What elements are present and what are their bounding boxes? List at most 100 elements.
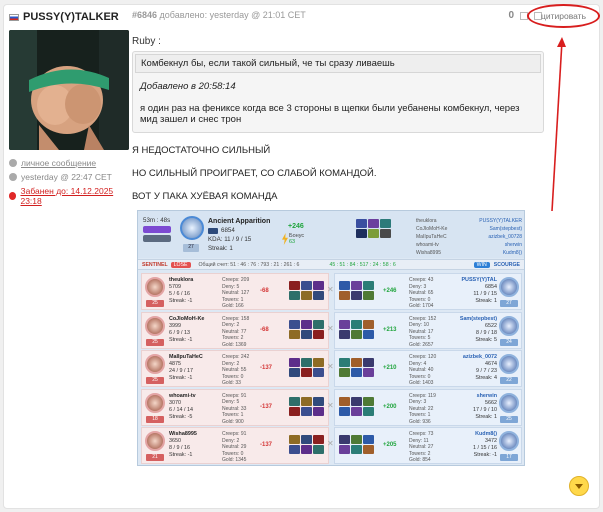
item-icon <box>289 368 300 377</box>
player-streak: Streak: -1 <box>169 375 193 381</box>
item-icon <box>313 329 324 339</box>
player-info: theuklora 5709 5 / 6 / 16 Streak: -1 <box>169 277 193 305</box>
player-streak: Streak: 4 <box>475 375 497 381</box>
player-name[interactable]: PUSSY(Y)TAL <box>453 277 497 284</box>
player-name[interactable]: theuklora <box>169 277 193 284</box>
item-icon <box>339 435 350 444</box>
item-icon <box>351 291 362 300</box>
sentinel-player: 21 Wisha8995 3650 8 / 9 / 16 Streak: -1 Creep… <box>141 427 329 464</box>
player-streak: Streak: -1 <box>169 298 193 304</box>
avatar[interactable] <box>9 30 129 150</box>
mmr-delta: +210 <box>383 365 397 371</box>
player-mmr: 4674 <box>485 361 497 367</box>
stat-pill <box>143 235 171 242</box>
scroll-top-button[interactable] <box>569 476 589 496</box>
player-name[interactable]: sherwin <box>453 393 497 400</box>
player-level: 21 <box>146 454 164 461</box>
item-icon <box>351 281 362 290</box>
mmr-delta: +246 <box>383 288 397 294</box>
stat-creeps: Creeps: 242 <box>222 354 250 360</box>
item-icon <box>301 445 312 454</box>
envelope-icon <box>9 159 17 167</box>
player-kda: 17 / 9 / 10 <box>473 406 497 413</box>
player-kda: 24 / 9 / 17 <box>169 368 193 374</box>
party-left: MaIIpuTaHeC <box>416 234 447 240</box>
player-name[interactable]: azizbek_0072 <box>453 354 497 361</box>
ban-status: Забанен до: 14.12.2025 23:18 <box>9 186 129 206</box>
stat-creeps: Creeps: 120 <box>409 354 437 360</box>
player-level: 25 <box>146 300 164 307</box>
item-icon <box>313 445 324 454</box>
item-icon <box>351 406 362 416</box>
player-avatar[interactable] <box>145 315 165 336</box>
team-bar: SENTINEL LOSE Общий счет: 51 : 46 : 76 :… <box>138 259 524 270</box>
hero-streak: Streak: 1 <box>208 245 233 252</box>
player-avatar[interactable] <box>499 315 519 336</box>
quote-block: Комбекнул бы, если такой сильный, че ты … <box>132 51 544 133</box>
item-icon <box>313 396 324 406</box>
player-kda: 1 / 15 / 16 <box>473 445 497 451</box>
player-avatar[interactable] <box>499 431 519 451</box>
player-row: 21 Wisha8995 3650 8 / 9 / 16 Streak: -1 Creep… <box>141 427 522 464</box>
player-name[interactable]: Kudm8() <box>453 431 497 438</box>
party-list: theuklora PUSSY(Y)TALKER CoJIoMoH-Ke Sam(s… <box>416 217 522 257</box>
player-info: MaIIpuTaHeC 4875 24 / 9 / 17 Streak: -1 <box>169 354 203 382</box>
forum-post: PUSSY(Y)TALKER личное сообщение yesterda… <box>3 4 600 509</box>
player-avatar[interactable] <box>145 354 165 374</box>
item-icon <box>313 358 324 367</box>
highlight-circle <box>527 4 600 28</box>
sentinel-player: 25 MaIIpuTaHeC 4875 24 / 9 / 17 Streak: -1 Cr… <box>141 350 329 387</box>
item-grid <box>289 319 324 339</box>
stat-gold: Gold: 900 <box>222 418 244 425</box>
mmr-gain: +246 <box>288 223 304 230</box>
stat-neutral: Neutral: 55 <box>222 367 247 373</box>
player-avatar[interactable] <box>499 354 519 374</box>
player-info: CoJIoMoH-Ke 3999 6 / 9 / 13 Streak: -1 <box>169 316 204 344</box>
item-icon <box>313 319 324 329</box>
post-number[interactable]: #6846 <box>132 10 157 20</box>
player-level: 25 <box>146 338 164 346</box>
player-name[interactable]: CoJIoMoH-Ke <box>169 316 204 323</box>
private-message-text[interactable]: личное сообщение <box>21 158 96 168</box>
player-mmr: 5662 <box>485 399 497 406</box>
party-left: CoJIoMoH-Ke <box>416 226 448 232</box>
item-icon <box>301 329 312 339</box>
player-avatar[interactable] <box>145 392 165 413</box>
player-avatar[interactable] <box>499 392 519 413</box>
author-name[interactable]: PUSSY(Y)TALKER <box>9 10 129 24</box>
player-streak: Streak: 1 <box>475 413 497 420</box>
player-level: 25 <box>500 415 518 423</box>
rank-icon <box>208 227 218 234</box>
player-name[interactable]: Sam(stepbest) <box>453 316 497 323</box>
player-mmr: 3650 <box>169 438 181 444</box>
mmr-delta: -68 <box>260 288 269 294</box>
item-icon <box>380 229 391 238</box>
player-name[interactable]: MaIIpuTaHeC <box>169 354 203 361</box>
mmr-delta: -137 <box>260 403 273 410</box>
player-name[interactable]: Wisha8995 <box>169 431 197 438</box>
mmr-delta: -137 <box>260 442 273 448</box>
private-message-link[interactable]: личное сообщение <box>9 158 129 168</box>
player-name[interactable]: whoami-tv <box>169 393 196 400</box>
party-right: Kudm8() <box>502 250 522 256</box>
party-left: whoami-tv <box>416 242 439 248</box>
stat-gold: Gold: 936 <box>409 418 431 425</box>
player-avatar[interactable] <box>145 277 165 297</box>
player-avatar[interactable] <box>145 431 165 451</box>
close-icon: ✕ <box>327 323 334 333</box>
bolt-icon <box>282 233 288 245</box>
mmr-delta: -137 <box>260 365 273 371</box>
stat-gold: Gold: 166 <box>222 303 244 309</box>
quote-button[interactable]: цитировать <box>527 4 600 28</box>
player-stats: Creeps: 158 Deny: 2 Neutral: 77 Towers: 2 Go… <box>222 316 249 349</box>
hero-mmr-value: 6854 <box>221 227 235 234</box>
flag-icon <box>9 13 19 21</box>
item-grid <box>339 435 374 454</box>
player-streak: Streak: 1 <box>475 298 497 304</box>
player-avatar[interactable] <box>499 277 519 297</box>
player-level: 27 <box>500 300 518 307</box>
item-icon <box>339 445 350 454</box>
item-icon <box>351 329 362 339</box>
ban-text: Забанен до: 14.12.2025 23:18 <box>20 186 114 206</box>
item-icon <box>351 358 362 367</box>
